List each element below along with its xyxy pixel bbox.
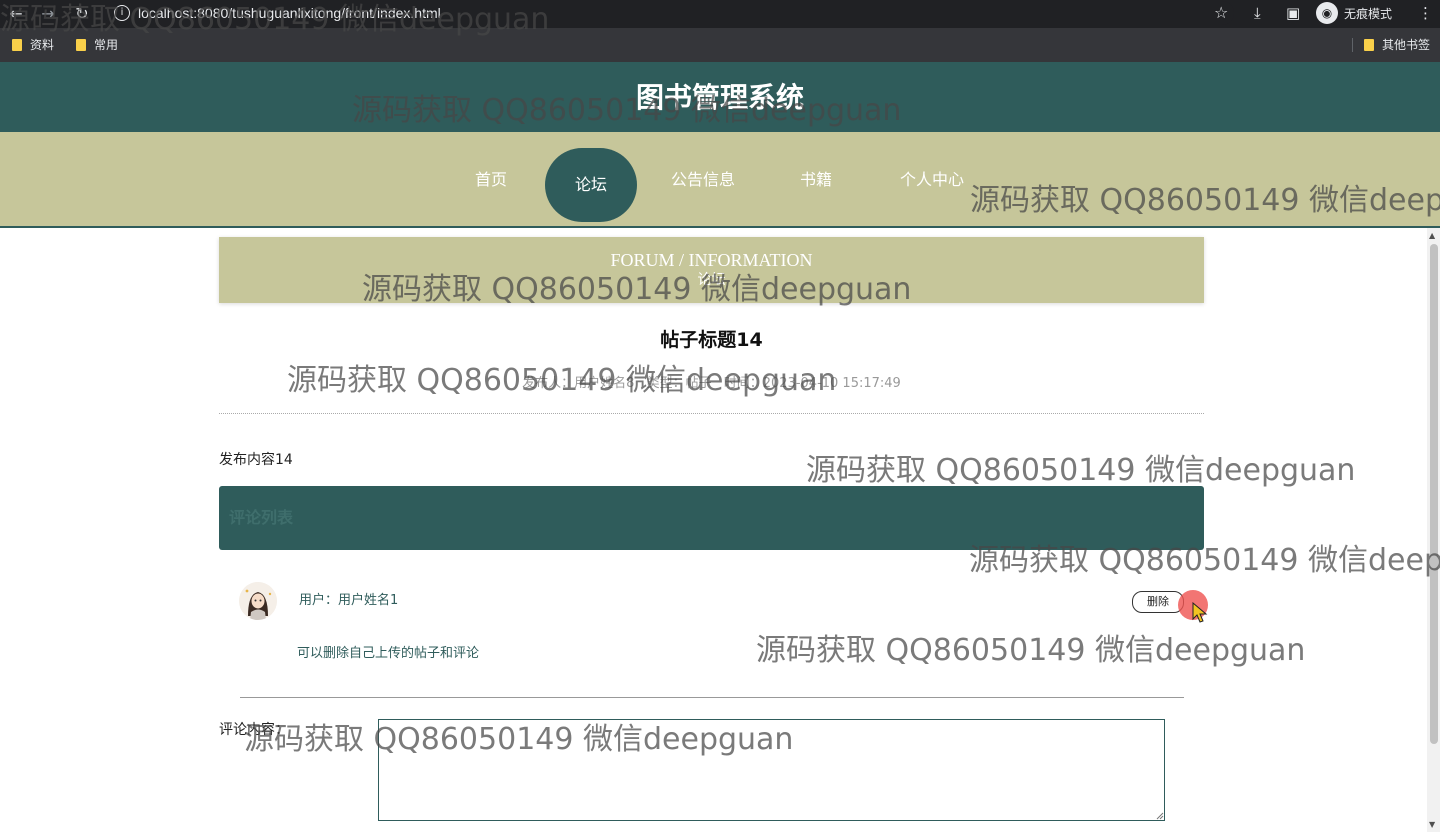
comments-header: 评论列表 — [219, 486, 1204, 550]
bookmark-folder-changyong[interactable]: 常用 — [76, 38, 118, 52]
scrollbar-thumb[interactable] — [1430, 244, 1438, 744]
incognito-label[interactable]: 无痕模式 — [1344, 5, 1392, 22]
nav-announcements[interactable]: 公告信息 — [671, 170, 735, 190]
post-type: 类型：帖子 — [646, 376, 712, 391]
folder-icon — [12, 39, 22, 51]
other-bookmarks[interactable]: 其他书签 — [1364, 38, 1430, 52]
watermark: 源码获取 QQ86050149 微信deepguan — [806, 453, 1356, 488]
reply-label: 评论内容： — [219, 722, 289, 738]
folder-icon — [76, 39, 86, 51]
divider — [219, 413, 1204, 414]
watermark: 源码获取 QQ86050149 微信deepguan — [756, 633, 1306, 668]
scroll-up-icon[interactable]: ▲ — [1429, 231, 1435, 241]
site-title: 图书管理系统 — [635, 81, 804, 114]
comment-divider — [240, 697, 1184, 698]
banner-title-cn: 论坛 — [697, 272, 726, 288]
side-panel-icon[interactable]: ▣ — [1286, 4, 1300, 22]
post-author: 发布人：用户姓名8 — [522, 376, 635, 391]
scroll-down-icon[interactable]: ▼ — [1429, 820, 1435, 830]
post-time: 时间：2023-04-10 15:17:49 — [723, 376, 901, 391]
nav-books[interactable]: 书籍 — [800, 170, 832, 190]
back-icon[interactable]: ← — [6, 4, 26, 24]
main-nav: 首页 论坛 公告信息 书籍 个人中心 — [0, 132, 1440, 228]
section-banner: FORUM / INFORMATION 论坛 — [219, 237, 1204, 303]
bookmark-folder-ziliao[interactable]: 资料 — [12, 38, 54, 52]
comments-header-label: 评论列表 — [229, 508, 294, 527]
bookmark-star-icon[interactable]: ☆ — [1214, 3, 1228, 22]
folder-icon — [1364, 39, 1374, 51]
reply-textarea[interactable] — [378, 719, 1165, 821]
address-bar[interactable]: i localhost:8080/tushuguanlixitong/front… — [104, 1, 1234, 25]
comment-text: 可以删除自己上传的帖子和评论 — [297, 646, 480, 661]
cursor-icon — [1192, 602, 1208, 623]
post-title: 帖子标题14 — [660, 329, 763, 351]
bookmarks-bar: 资料 常用 其他书签 — [0, 28, 1440, 62]
nav-profile[interactable]: 个人中心 — [900, 170, 964, 190]
download-icon[interactable]: ⤓ — [1254, 4, 1261, 22]
reload-icon[interactable]: ↻ — [72, 4, 92, 24]
comment-user: 用户：用户姓名1 — [299, 593, 399, 608]
site-info-icon[interactable]: i — [114, 5, 130, 21]
post-meta: 发布人：用户姓名8 类型：帖子 时间：2023-04-10 15:17:49 — [219, 376, 1204, 392]
nav-forum[interactable]: 论坛 — [545, 148, 637, 222]
browser-toolbar: ← → ↻ i localhost:8080/tushuguanlixitong… — [0, 0, 1440, 28]
bookmarks-divider — [1352, 38, 1353, 52]
url-text[interactable]: localhost:8080/tushuguanlixitong/front/i… — [138, 4, 441, 22]
banner-title-en: FORUM / INFORMATION — [610, 250, 813, 270]
menu-icon[interactable]: ⋮ — [1418, 4, 1433, 22]
forward-icon[interactable]: → — [38, 4, 58, 24]
site-header: 图书管理系统 — [0, 62, 1440, 132]
post-content: 发布内容14 — [219, 452, 293, 468]
avatar — [239, 582, 277, 620]
nav-home[interactable]: 首页 — [475, 170, 507, 190]
delete-comment-button[interactable]: 删除 — [1132, 591, 1184, 613]
incognito-icon[interactable]: ◉ — [1316, 2, 1338, 24]
resize-grip-icon[interactable] — [1155, 811, 1164, 820]
